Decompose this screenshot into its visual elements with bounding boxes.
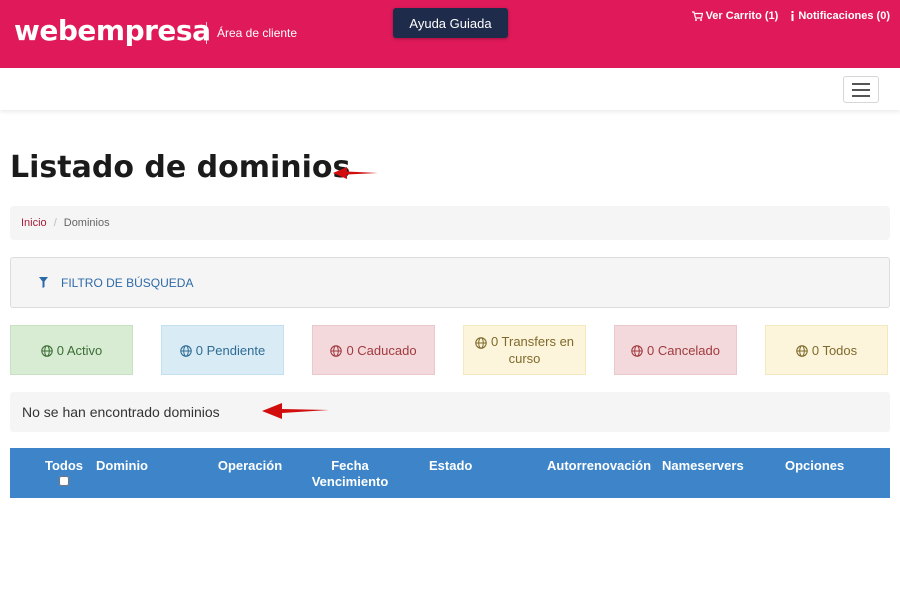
column-fecha-vencimiento[interactable]: Fecha Vencimiento xyxy=(304,458,396,490)
ver-carrito-link[interactable]: Ver Carrito (1) xyxy=(691,10,779,22)
globe-icon xyxy=(475,336,487,349)
column-todos-label: Todos xyxy=(44,458,84,473)
globe-icon xyxy=(631,345,643,357)
globe-icon xyxy=(180,345,192,357)
hamburger-icon-line xyxy=(852,94,870,97)
menu-toggle-button[interactable] xyxy=(843,76,879,103)
column-todos: Todos xyxy=(44,458,84,486)
ver-carrito-label: Ver Carrito (1) xyxy=(705,10,779,22)
area-cliente-label: Área de cliente xyxy=(217,26,298,40)
status-pendiente-label: 0 Pendiente xyxy=(195,342,266,358)
status-cancelado-label: 0 Cancelado xyxy=(647,342,720,358)
select-all-checkbox[interactable] xyxy=(59,476,69,486)
top-header: webempresa Área de cliente Ayuda Guiada … xyxy=(0,0,900,68)
filtro-busqueda-label: FILTRO DE BÚSQUEDA xyxy=(61,275,194,290)
column-operacion[interactable]: Operación xyxy=(215,458,285,474)
status-filter-pendiente[interactable]: 0 Pendiente xyxy=(161,325,284,375)
column-dominio[interactable]: Dominio xyxy=(96,458,148,474)
cart-icon xyxy=(691,11,703,21)
column-nameservers[interactable]: Nameservers xyxy=(662,458,744,474)
status-filter-activo[interactable]: 0 Activo xyxy=(10,325,133,375)
top-links: Ver Carrito (1) Notificaciones (0) xyxy=(691,10,890,22)
column-opciones: Opciones xyxy=(785,458,845,473)
info-icon xyxy=(791,11,794,21)
breadcrumb-inicio-link[interactable]: Inicio xyxy=(21,217,47,229)
notificaciones-label: Notificaciones (0) xyxy=(798,10,890,22)
breadcrumb-current: Dominios xyxy=(63,217,110,229)
globe-icon xyxy=(330,345,343,357)
annotation-arrow-icon xyxy=(333,167,378,179)
page-title: Listado de dominios xyxy=(10,150,351,185)
breadcrumb: Inicio / Dominios xyxy=(10,206,890,240)
status-todos-label: 0 Todos xyxy=(811,342,858,358)
hamburger-icon-line xyxy=(852,82,870,85)
domains-table-header: Todos Dominio Operación Fecha Vencimient… xyxy=(10,448,890,498)
hamburger-icon-line xyxy=(852,88,870,91)
status-activo-label: 0 Activo xyxy=(56,342,103,358)
breadcrumb-separator: / xyxy=(53,217,57,229)
ayuda-guiada-button[interactable]: Ayuda Guiada xyxy=(393,8,508,38)
no-domains-message: No se han encontrado dominios xyxy=(10,392,890,432)
status-caducado-label: 0 Caducado xyxy=(346,342,417,358)
sub-navigation xyxy=(0,68,900,110)
filtro-busqueda-toggle[interactable]: FILTRO DE BÚSQUEDA xyxy=(10,257,890,308)
status-filter-todos[interactable]: 0 Todos xyxy=(765,325,888,375)
globe-icon xyxy=(796,345,808,357)
logo-separator xyxy=(206,22,207,44)
column-estado[interactable]: Estado xyxy=(429,458,472,474)
status-filter-transfers[interactable]: 0 Transfers en curso xyxy=(463,325,586,375)
globe-icon xyxy=(40,345,53,357)
status-filter-caducado[interactable]: 0 Caducado xyxy=(312,325,435,375)
status-transfers-label: 0 Transfers en curso xyxy=(490,334,575,366)
column-autorrenovacion[interactable]: Autorrenovación xyxy=(547,458,651,474)
webempresa-logo[interactable]: webempresa xyxy=(14,14,211,48)
status-filter-cancelado[interactable]: 0 Cancelado xyxy=(614,325,737,375)
annotation-arrow-icon xyxy=(262,403,329,419)
filter-icon xyxy=(39,277,48,288)
notificaciones-link[interactable]: Notificaciones (0) xyxy=(790,10,890,22)
